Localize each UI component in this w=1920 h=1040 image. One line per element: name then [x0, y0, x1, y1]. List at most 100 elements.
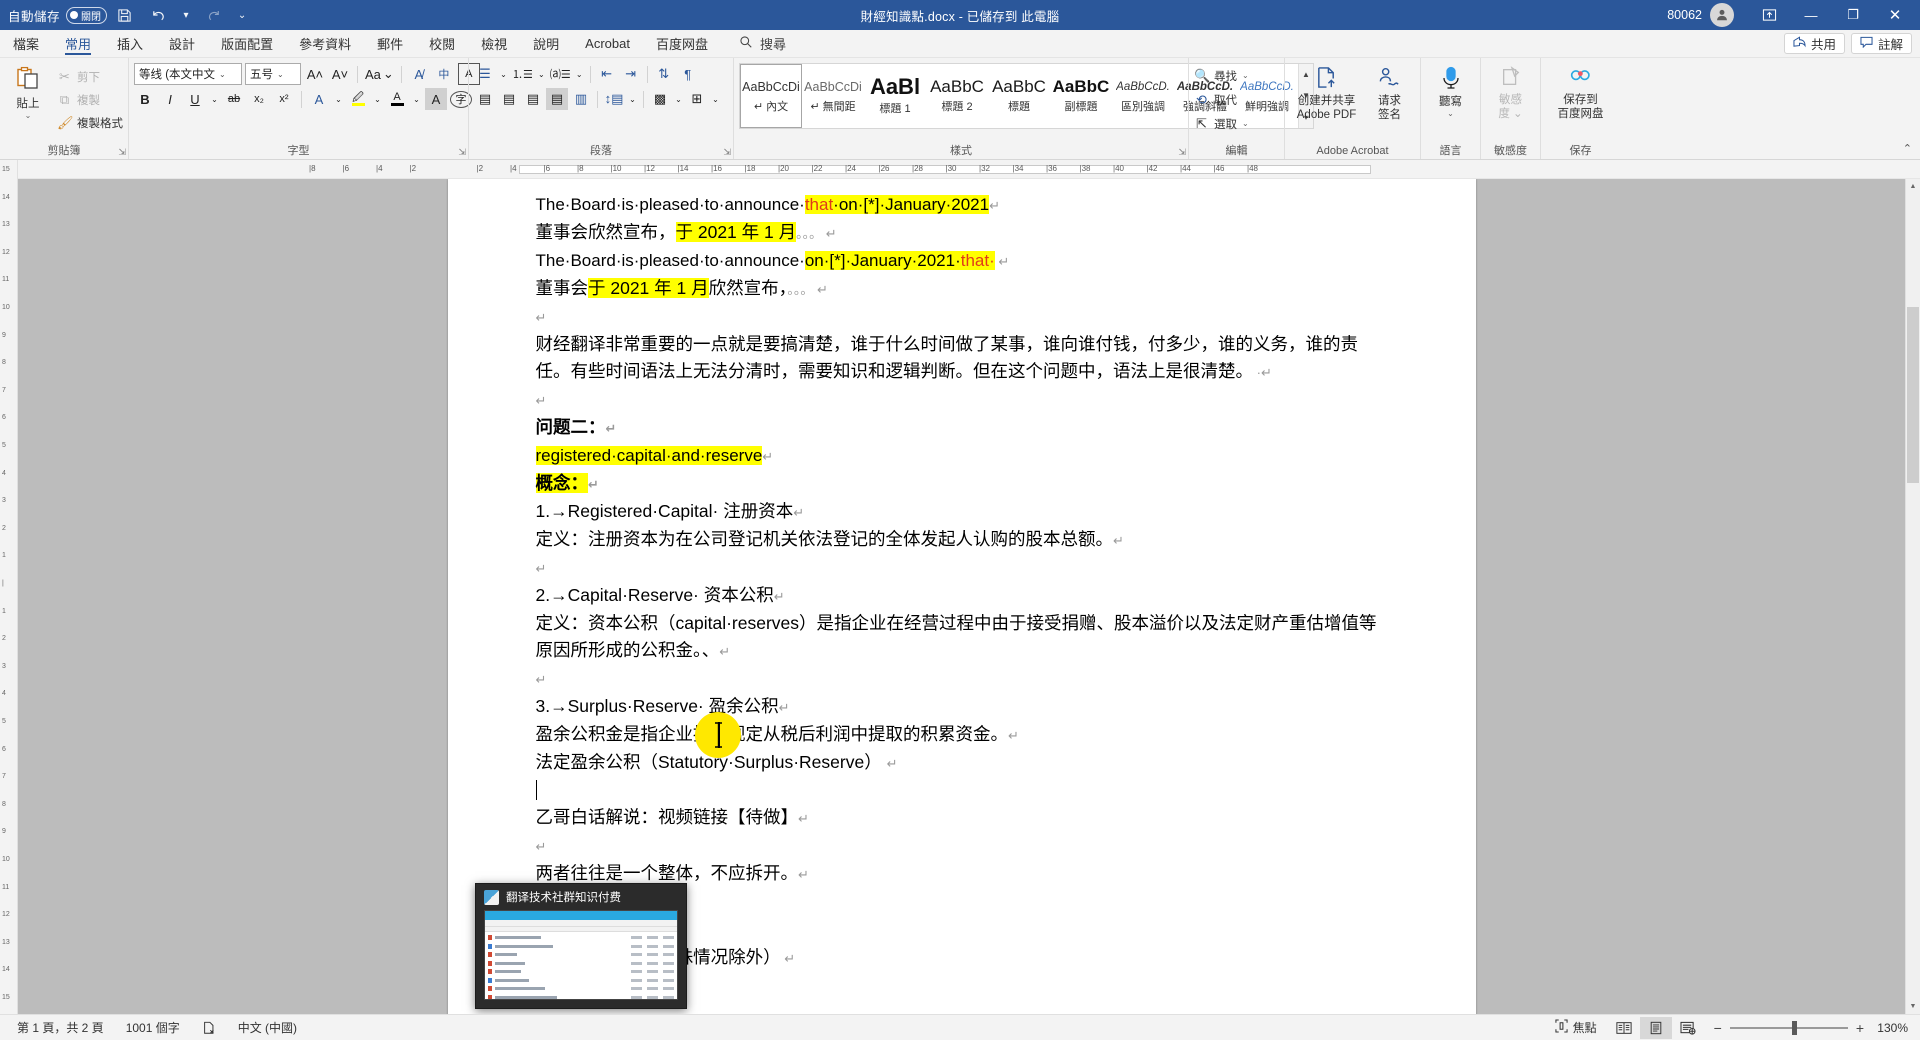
- zoom-out-button[interactable]: −: [1714, 1020, 1722, 1036]
- superscript-button[interactable]: x²: [273, 88, 295, 110]
- close-button[interactable]: ✕: [1874, 0, 1916, 30]
- tab-file[interactable]: 檔案: [0, 30, 52, 57]
- page-indicator[interactable]: 第 1 頁，共 2 頁: [6, 1019, 115, 1036]
- scroll-down-arrow-icon[interactable]: ▼: [1906, 999, 1920, 1014]
- style-item-subtitle[interactable]: AaBbC 副標題: [1050, 64, 1112, 128]
- underline-caret-icon[interactable]: ⌄: [209, 88, 220, 110]
- avatar[interactable]: [1710, 3, 1734, 27]
- document-paragraph[interactable]: 3.→Surplus·Reserve· 盈余公积↵: [536, 693, 1388, 721]
- zoom-thumb[interactable]: [1791, 1020, 1797, 1035]
- minimize-button[interactable]: —: [1790, 0, 1832, 30]
- document-paragraph[interactable]: ↵: [536, 832, 1388, 860]
- scrollbar-thumb[interactable]: [1907, 307, 1919, 483]
- bold-button[interactable]: B: [134, 88, 156, 110]
- vertical-ruler[interactable]: 15 14 13 12 11 10 9 8 7 6 5 4 3 2 1 | 1 2 3 4 5 6 7 8 9 10 11 12 13 1…: [0, 160, 18, 1014]
- tab-baidu-netdisk[interactable]: 百度网盘: [643, 30, 721, 57]
- document-paragraph[interactable]: 1.→Registered·Capital· 注册资本↵: [536, 498, 1388, 526]
- decrease-indent-icon[interactable]: ⇤: [596, 63, 618, 85]
- redo-icon[interactable]: [197, 2, 231, 28]
- replace-button[interactable]: ⟲ 取代: [1194, 89, 1237, 110]
- numbering-caret-icon[interactable]: ⌄: [536, 63, 547, 85]
- bullets-caret-icon[interactable]: ⌄: [498, 63, 509, 85]
- distributed-align-icon[interactable]: ▥: [570, 88, 592, 110]
- text-highlight-icon[interactable]: 🖉: [347, 88, 369, 110]
- tab-help[interactable]: 說明: [520, 30, 572, 57]
- document-paragraph[interactable]: 乙哥白话解说：视频链接【待做】↵: [536, 804, 1388, 832]
- zoom-in-button[interactable]: +: [1856, 1020, 1864, 1036]
- line-spacing-caret-icon[interactable]: ⌄: [627, 88, 638, 110]
- request-signature-button[interactable]: 请求 签名: [1366, 63, 1414, 122]
- text-effects-caret-icon[interactable]: ⌄: [333, 88, 344, 110]
- find-button[interactable]: 🔍 尋找 ⌄: [1194, 65, 1249, 86]
- tab-view[interactable]: 檢視: [468, 30, 520, 57]
- paragraph-dialog-launcher-icon[interactable]: ⇲: [723, 147, 731, 158]
- clear-formatting-icon[interactable]: A̸: [408, 63, 430, 85]
- multilevel-caret-icon[interactable]: ⌄: [574, 63, 585, 85]
- strikethrough-button[interactable]: ab: [223, 88, 245, 110]
- shading-icon[interactable]: ▩: [649, 88, 671, 110]
- proofing-errors-icon[interactable]: [191, 1021, 227, 1035]
- tab-acrobat[interactable]: Acrobat: [572, 30, 643, 57]
- document-paragraph[interactable]: ↵: [536, 665, 1388, 693]
- show-formatting-marks-icon[interactable]: ¶: [677, 63, 699, 85]
- print-layout-icon[interactable]: [1639, 1016, 1672, 1039]
- document-paragraph[interactable]: 概念：↵: [535, 470, 1388, 498]
- select-button[interactable]: ⇱ 選取 ⌄: [1194, 113, 1249, 134]
- clipboard-dialog-launcher-icon[interactable]: ⇲: [118, 147, 126, 158]
- style-item-subtle-emphasis[interactable]: AaBbCcD. 區別強調: [1112, 64, 1174, 128]
- tab-insert[interactable]: 插入: [104, 30, 156, 57]
- shading-caret-icon[interactable]: ⌄: [673, 88, 684, 110]
- multilevel-list-icon[interactable]: ⒜☰: [549, 63, 572, 85]
- character-shading-icon[interactable]: A: [425, 88, 447, 110]
- web-layout-icon[interactable]: [1672, 1017, 1704, 1039]
- horizontal-ruler[interactable]: |8 |6 |4 |2 |2 |4 |6 |8 |10 |12 |14 |16 |18 |20 |22 |24…: [18, 160, 1920, 179]
- collapse-ribbon-icon[interactable]: ⌃: [1903, 142, 1912, 155]
- document-paragraph[interactable]: ↵: [536, 554, 1388, 582]
- focus-mode-button[interactable]: 焦點: [1544, 1019, 1608, 1036]
- increase-indent-icon[interactable]: ⇥: [620, 63, 642, 85]
- document-paragraph[interactable]: 财经翻译非常重要的一点就是要搞清楚，谁于什么时间做了某事，谁向谁付钱，付多少，谁…: [536, 331, 1388, 386]
- change-case-button[interactable]: Aa ⌄: [364, 63, 395, 85]
- style-item-body[interactable]: AaBbCcDi ↵ 內文: [740, 64, 802, 128]
- scroll-up-arrow-icon[interactable]: ▲: [1906, 179, 1920, 194]
- vertical-scrollbar[interactable]: ▲ ▼: [1905, 179, 1920, 1014]
- copy-button[interactable]: ⧉ 複製: [57, 89, 123, 110]
- shrink-font-button[interactable]: A˅: [329, 63, 351, 85]
- document-paragraph[interactable]: The·Board·is·pleased·to·announce·on·[*]·…: [536, 247, 1388, 275]
- style-item-no-spacing[interactable]: AaBbCcDi ↵ 無間距: [802, 64, 864, 128]
- tab-mailings[interactable]: 郵件: [364, 30, 416, 57]
- ribbon-display-options-icon[interactable]: [1748, 0, 1790, 30]
- highlight-caret-icon[interactable]: ⌄: [372, 88, 383, 110]
- dictate-caret-icon[interactable]: ⌄: [1447, 110, 1454, 118]
- italic-button[interactable]: I: [159, 88, 181, 110]
- document-paragraph[interactable]: ↵: [536, 386, 1388, 414]
- zoom-slider[interactable]: − +: [1704, 1020, 1874, 1036]
- align-left-icon[interactable]: ▤: [474, 88, 496, 110]
- document-paragraph[interactable]: ↵: [536, 303, 1388, 331]
- subscript-button[interactable]: x₂: [248, 88, 270, 110]
- document-paragraph[interactable]: 董事会于 2021 年 1 月欣然宣布，。。。 ↵: [536, 275, 1388, 303]
- font-color-caret-icon[interactable]: ⌄: [411, 88, 422, 110]
- read-mode-icon[interactable]: [1608, 1017, 1640, 1039]
- sensitivity-button[interactable]: 敏感 度 ⌄: [1488, 63, 1534, 121]
- styles-dialog-launcher-icon[interactable]: ⇲: [1178, 147, 1186, 158]
- borders-icon[interactable]: ⊞: [686, 88, 708, 110]
- create-and-share-pdf-button[interactable]: 创建并共享 Adobe PDF: [1292, 63, 1362, 122]
- numbered-list-icon[interactable]: ⒈☰: [511, 63, 534, 85]
- comments-button[interactable]: 註解: [1850, 33, 1912, 54]
- borders-caret-icon[interactable]: ⌄: [710, 88, 721, 110]
- autosave-toggle[interactable]: 關閉: [66, 6, 108, 24]
- sort-icon[interactable]: ⇅: [653, 63, 675, 85]
- save-icon[interactable]: [107, 2, 141, 28]
- align-right-icon[interactable]: ▤: [522, 88, 544, 110]
- document-paragraph[interactable]: 定义：资本公积（capital·reserves）是指企业在经营过程中由于接受捐…: [536, 610, 1388, 665]
- language-indicator[interactable]: 中文 (中國): [227, 1019, 308, 1036]
- font-name-combo[interactable]: 等线 (本文中文 ⌄: [134, 63, 242, 85]
- restore-button[interactable]: ❐: [1832, 0, 1874, 30]
- cut-button[interactable]: ✂ 剪下: [57, 66, 123, 87]
- line-spacing-icon[interactable]: ↕▤: [603, 88, 625, 110]
- document-body[interactable]: The·Board·is·pleased·to·announce·that·on…: [448, 179, 1476, 1000]
- paste-caret-icon[interactable]: ⌄: [25, 112, 32, 120]
- document-paragraph[interactable]: The·Board·is·pleased·to·announce·that·on…: [536, 191, 1388, 219]
- font-dialog-launcher-icon[interactable]: ⇲: [458, 147, 466, 158]
